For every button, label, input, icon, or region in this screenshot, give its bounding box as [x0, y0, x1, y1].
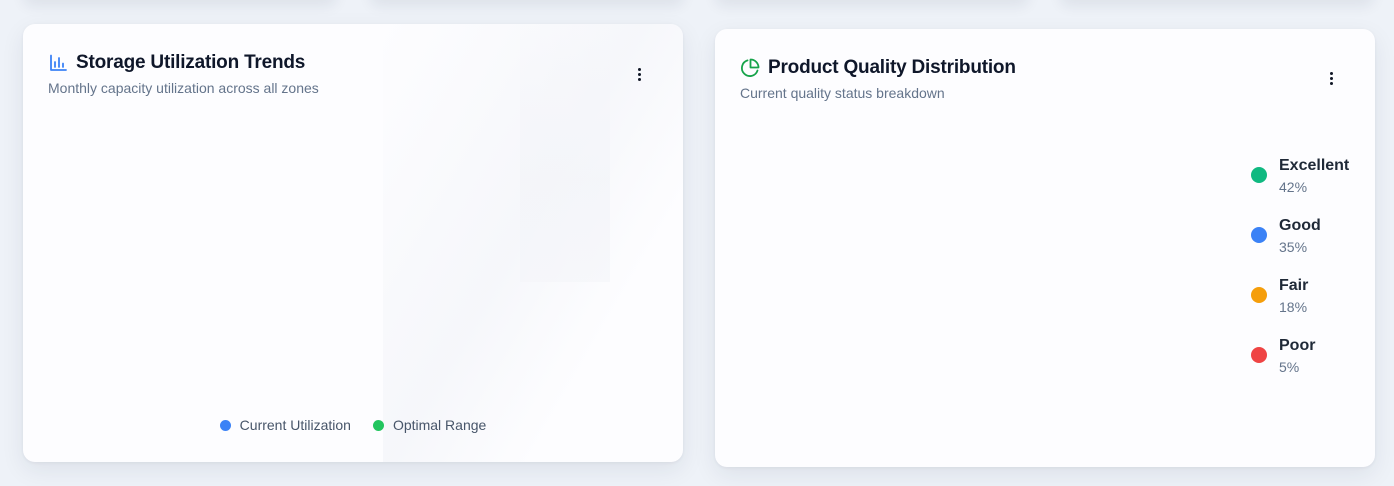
legend-percent: 42% [1279, 179, 1308, 195]
title-row: Product Quality Distribution [740, 55, 1350, 81]
legend-percent: 35% [1279, 239, 1308, 255]
legend-item-current-utilization[interactable]: Current Utilization [219, 417, 351, 433]
legend-text: Good 35% [1279, 216, 1321, 258]
dot-icon [1329, 76, 1333, 80]
legend-dot [1251, 167, 1267, 183]
legend-item-poor[interactable]: Poor 5% [1251, 336, 1349, 396]
more-options-button[interactable] [633, 62, 645, 86]
utilization-chart-area [48, 114, 658, 404]
legend-item-excellent[interactable]: Excellent 42% [1251, 156, 1349, 216]
storage-utilization-card: Storage Utilization Trends Monthly capac… [23, 24, 683, 462]
legend-label: Current Utilization [239, 417, 351, 433]
card-subtitle: Monthly capacity utilization across all … [48, 80, 319, 96]
card-header: Storage Utilization Trends Monthly capac… [48, 50, 658, 96]
dot-icon [637, 72, 641, 76]
dot-icon [1329, 71, 1333, 75]
legend-dot [372, 419, 384, 431]
legend-dot [1251, 347, 1267, 363]
legend-label: Good [1279, 217, 1321, 234]
card-header: Product Quality Distribution Current qua… [740, 55, 1350, 101]
bar-chart-icon [48, 53, 68, 73]
quality-legend: Excellent 42% Good 35% Fair 18% Poor 5% [1251, 156, 1349, 396]
legend-text: Excellent 42% [1279, 156, 1349, 198]
quality-chart-area [740, 124, 1220, 424]
product-quality-card: Product Quality Distribution Current qua… [715, 29, 1375, 467]
dot-icon [637, 77, 641, 81]
legend-text: Poor 5% [1279, 336, 1315, 378]
dot-icon [1329, 81, 1333, 85]
card-title: Product Quality Distribution [768, 57, 1016, 78]
card-subtitle: Current quality status breakdown [740, 85, 945, 101]
pie-chart-icon [740, 58, 760, 78]
legend-label: Excellent [1279, 157, 1350, 174]
more-options-button[interactable] [1325, 66, 1337, 90]
title-row: Storage Utilization Trends [48, 50, 658, 76]
card-title: Storage Utilization Trends [76, 52, 306, 73]
dot-icon [637, 67, 641, 71]
legend-label: Fair [1279, 277, 1309, 294]
legend-percent: 18% [1279, 299, 1308, 315]
legend-item-fair[interactable]: Fair 18% [1251, 276, 1349, 336]
legend-text: Fair 18% [1279, 276, 1308, 318]
legend-label: Optimal Range [392, 417, 487, 433]
legend-percent: 5% [1279, 359, 1300, 375]
legend-dot [1251, 227, 1267, 243]
legend-dot [1251, 287, 1267, 303]
legend-label: Poor [1279, 337, 1316, 354]
legend-item-good[interactable]: Good 35% [1251, 216, 1349, 276]
chart-legend: Current Utilization Optimal Range [23, 417, 683, 433]
legend-dot [219, 419, 231, 431]
legend-item-optimal-range[interactable]: Optimal Range [372, 417, 487, 433]
